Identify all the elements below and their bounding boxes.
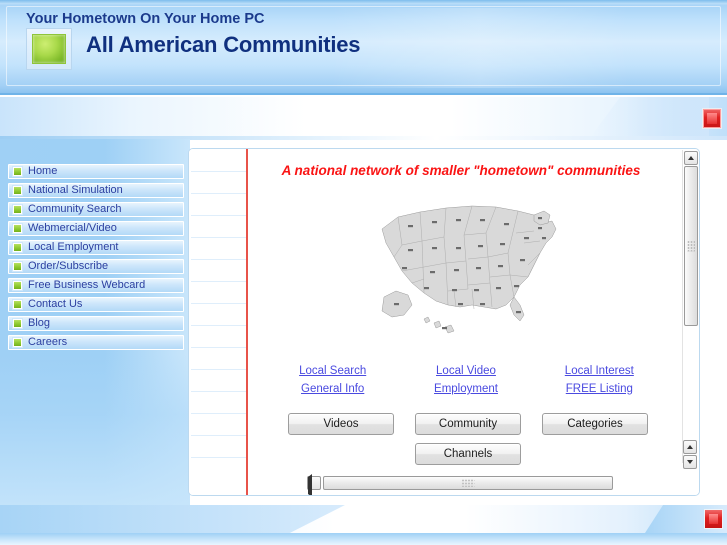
green-square-bullet-icon xyxy=(13,300,22,309)
scroll-left-button[interactable] xyxy=(307,474,321,495)
scrollbar-grip-icon xyxy=(461,479,475,487)
footer-diagonal-left xyxy=(0,505,345,533)
tagline-diagonal-accent xyxy=(589,97,709,139)
link-employment[interactable]: Employment xyxy=(434,383,498,395)
sidebar-item-label: Home xyxy=(28,165,58,177)
sidebar-item-label: Careers xyxy=(28,336,68,348)
community-button[interactable]: Community xyxy=(415,413,521,435)
sidebar-item-local-employment[interactable]: Local Employment xyxy=(8,240,184,255)
brand-sheen xyxy=(330,8,630,88)
sidebar-item-home[interactable]: Home xyxy=(8,164,184,179)
horizontal-scrollbar[interactable] xyxy=(307,474,699,495)
red-square-button-icon-top[interactable] xyxy=(702,108,722,129)
sidebar-item-national-simulation[interactable]: National Simulation xyxy=(8,183,184,198)
app-window: All American Communities Your Hometown O… xyxy=(0,0,727,545)
link-general-info[interactable]: General Info xyxy=(301,383,364,395)
sidebar-background-fade xyxy=(0,355,190,505)
sidebar-item-community-search[interactable]: Community Search xyxy=(8,202,184,217)
categories-button[interactable]: Categories xyxy=(542,413,648,435)
triangle-up-icon xyxy=(687,156,694,160)
tagline-text: Your Hometown On Your Home PC xyxy=(26,11,265,27)
horizontal-scrollbar-thumb[interactable] xyxy=(323,476,613,490)
link-local-interest[interactable]: Local Interest xyxy=(565,365,634,377)
red-button-inner xyxy=(709,514,718,524)
triangle-left-icon xyxy=(308,474,312,495)
panel-gutter xyxy=(189,149,246,495)
green-square-logo-icon xyxy=(26,28,72,70)
videos-button[interactable]: Videos xyxy=(288,413,394,435)
sidebar-item-label: Webmercial/Video xyxy=(28,222,117,234)
united-states-map-icon xyxy=(368,193,568,341)
panel-content: A national network of smaller "hometown"… xyxy=(248,149,699,495)
page-title: All American Communities xyxy=(86,32,361,57)
vertical-scrollbar[interactable] xyxy=(682,150,698,463)
triangle-up-icon xyxy=(687,445,693,449)
content-panel: A national network of smaller "hometown"… xyxy=(188,148,700,496)
footer-bottom-strip xyxy=(0,533,727,545)
sidebar-item-free-business-webcard[interactable]: Free Business Webcard xyxy=(8,278,184,293)
sidebar-item-label: National Simulation xyxy=(28,184,123,196)
sidebar-item-careers[interactable]: Careers xyxy=(8,335,184,350)
sidebar-item-label: Contact Us xyxy=(28,298,83,310)
sidebar-item-label: Free Business Webcard xyxy=(28,279,146,291)
tagline-bar xyxy=(0,97,727,139)
green-square-bullet-icon xyxy=(13,319,22,328)
vertical-scrollbar-thumb[interactable] xyxy=(683,166,698,326)
green-square-bullet-icon xyxy=(13,224,22,233)
scroll-up-button[interactable] xyxy=(683,151,698,165)
red-square-button-icon-bottom[interactable] xyxy=(704,509,723,529)
green-square-bullet-icon xyxy=(13,262,22,271)
horizontal-scrollbar-track[interactable] xyxy=(307,474,699,495)
channels-button[interactable]: Channels xyxy=(415,443,521,465)
scrollbar-grip-icon xyxy=(686,240,695,252)
action-buttons-row-1: Videos Community Categories xyxy=(288,413,648,435)
link-free-listing[interactable]: FREE Listing xyxy=(566,383,633,395)
sidebar-item-label: Community Search xyxy=(28,203,122,215)
scroll-down-button[interactable] xyxy=(683,455,697,469)
headline-text: A national network of smaller "hometown"… xyxy=(281,163,641,178)
quick-links-grid: Local Search Local Video Local Interest … xyxy=(266,365,666,395)
green-square-bullet-icon xyxy=(13,186,22,195)
scroll-up-button-secondary[interactable] xyxy=(683,440,697,454)
sidebar-item-order-subscribe[interactable]: Order/Subscribe xyxy=(8,259,184,274)
link-local-video[interactable]: Local Video xyxy=(436,365,496,377)
green-square-bullet-icon xyxy=(13,281,22,290)
action-buttons-row-2: Channels xyxy=(288,443,648,465)
vertical-scrollbar-end-buttons[interactable] xyxy=(682,439,698,469)
green-square-bullet-icon xyxy=(13,338,22,347)
triangle-down-icon xyxy=(687,460,693,464)
green-square-bullet-icon xyxy=(13,167,22,176)
red-button-inner xyxy=(707,113,717,124)
sidebar-item-label: Blog xyxy=(28,317,51,329)
sidebar-item-label: Order/Subscribe xyxy=(28,260,109,272)
green-square-bullet-icon xyxy=(13,205,22,214)
sidebar-nav: Home National Simulation Community Searc… xyxy=(8,164,184,354)
sidebar-item-webmercial-video[interactable]: Webmercial/Video xyxy=(8,221,184,236)
link-local-search[interactable]: Local Search xyxy=(299,365,366,377)
logo-chip xyxy=(32,34,66,64)
green-square-bullet-icon xyxy=(13,243,22,252)
sidebar-item-blog[interactable]: Blog xyxy=(8,316,184,331)
sidebar-item-contact-us[interactable]: Contact Us xyxy=(8,297,184,312)
sidebar-item-label: Local Employment xyxy=(28,241,119,253)
